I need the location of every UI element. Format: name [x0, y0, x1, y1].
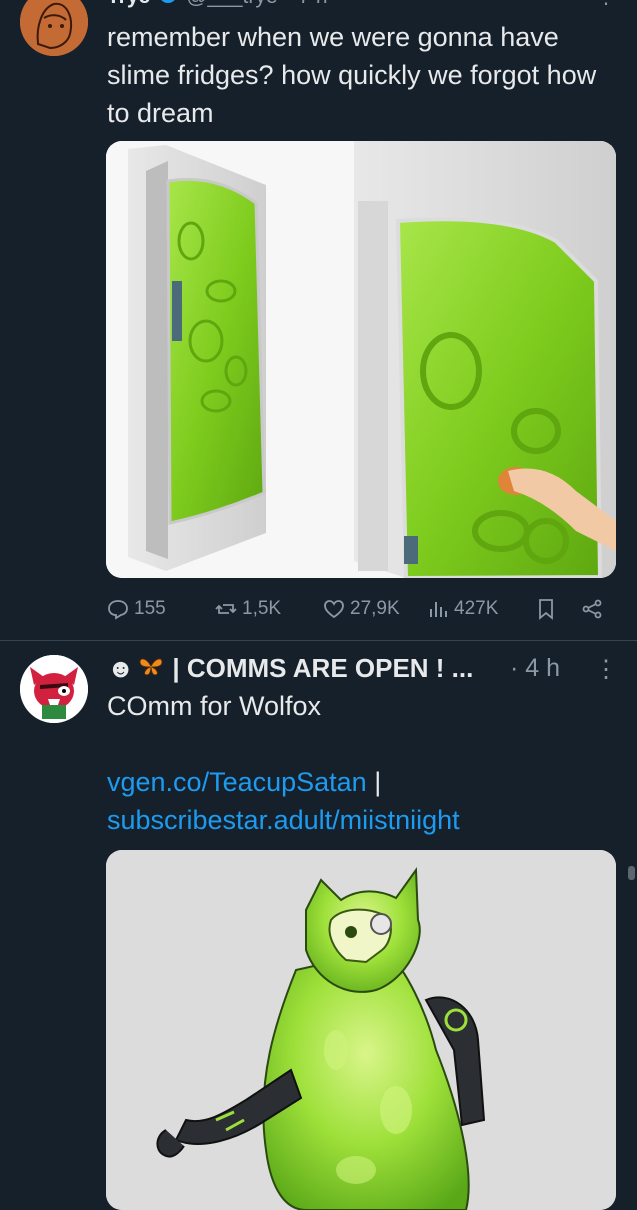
views-icon [430, 602, 447, 617]
author-avatar[interactable] [20, 0, 88, 56]
views-button[interactable]: 427K [426, 597, 498, 621]
subscribestar-link[interactable]: subscribestar.adult/miistniight [107, 805, 460, 835]
tweet-action-bar: 155 1,5K 27,9K 427K [106, 594, 606, 624]
avatar-drawing [20, 655, 88, 723]
more-icon[interactable]: ⋮ [594, 655, 618, 684]
tweet-time[interactable]: · 4 h [510, 654, 560, 683]
like-icon [324, 600, 344, 619]
repost-button[interactable]: 1,5K [214, 597, 281, 621]
bookmark-icon [539, 599, 553, 620]
tweet-media-image[interactable] [106, 141, 616, 578]
scrollbar[interactable] [628, 866, 635, 880]
tweet-text: remember when we were gonna have slime f… [107, 22, 597, 128]
slime-fridge-photo [106, 141, 616, 578]
slime-creature-art [106, 850, 616, 1210]
author-handle[interactable]: @___trye [186, 0, 277, 9]
author-name[interactable]: | COMMS ARE OPEN ! ... [172, 653, 473, 684]
avatar-drawing [20, 0, 88, 56]
share-icon [582, 599, 602, 619]
author-avatar[interactable] [20, 655, 88, 723]
vgen-link[interactable]: vgen.co/TeacupSatan [107, 767, 367, 797]
like-count: 27,9K [350, 598, 400, 619]
smiley-icon: ☻ [107, 652, 135, 683]
views-count: 427K [454, 598, 499, 619]
tweet-1[interactable]: Trye @___trye · 7 h ⋮ remember when we w… [0, 0, 637, 640]
tweet-links: vgen.co/TeacupSatan | subscribestar.adul… [107, 763, 607, 839]
verified-icon [158, 0, 178, 10]
tweet-header: ☻ | COMMS ARE OPEN ! ... [107, 651, 473, 685]
reply-count: 155 [134, 598, 166, 619]
repost-icon [215, 604, 237, 614]
reply-button[interactable]: 155 [106, 597, 166, 621]
author-name[interactable]: Trye [107, 0, 150, 9]
bookmark-button[interactable] [534, 597, 558, 621]
like-button[interactable]: 27,9K [322, 597, 400, 621]
repost-count: 1,5K [242, 598, 282, 619]
tweet-media-image[interactable] [106, 850, 616, 1210]
tweet-2[interactable]: ☻ | COMMS ARE OPEN ! ... · 4 h ⋮ COmm fo… [0, 641, 637, 1210]
link-separator: | [366, 767, 382, 797]
tweet-text: COmm for Wolfox [107, 691, 322, 721]
tweet-time[interactable]: · 7 h [286, 0, 328, 9]
butterfly-icon [138, 653, 164, 684]
tweet-header: Trye @___trye · 7 h [107, 0, 328, 8]
reply-icon [108, 600, 128, 620]
share-button[interactable] [580, 597, 604, 621]
